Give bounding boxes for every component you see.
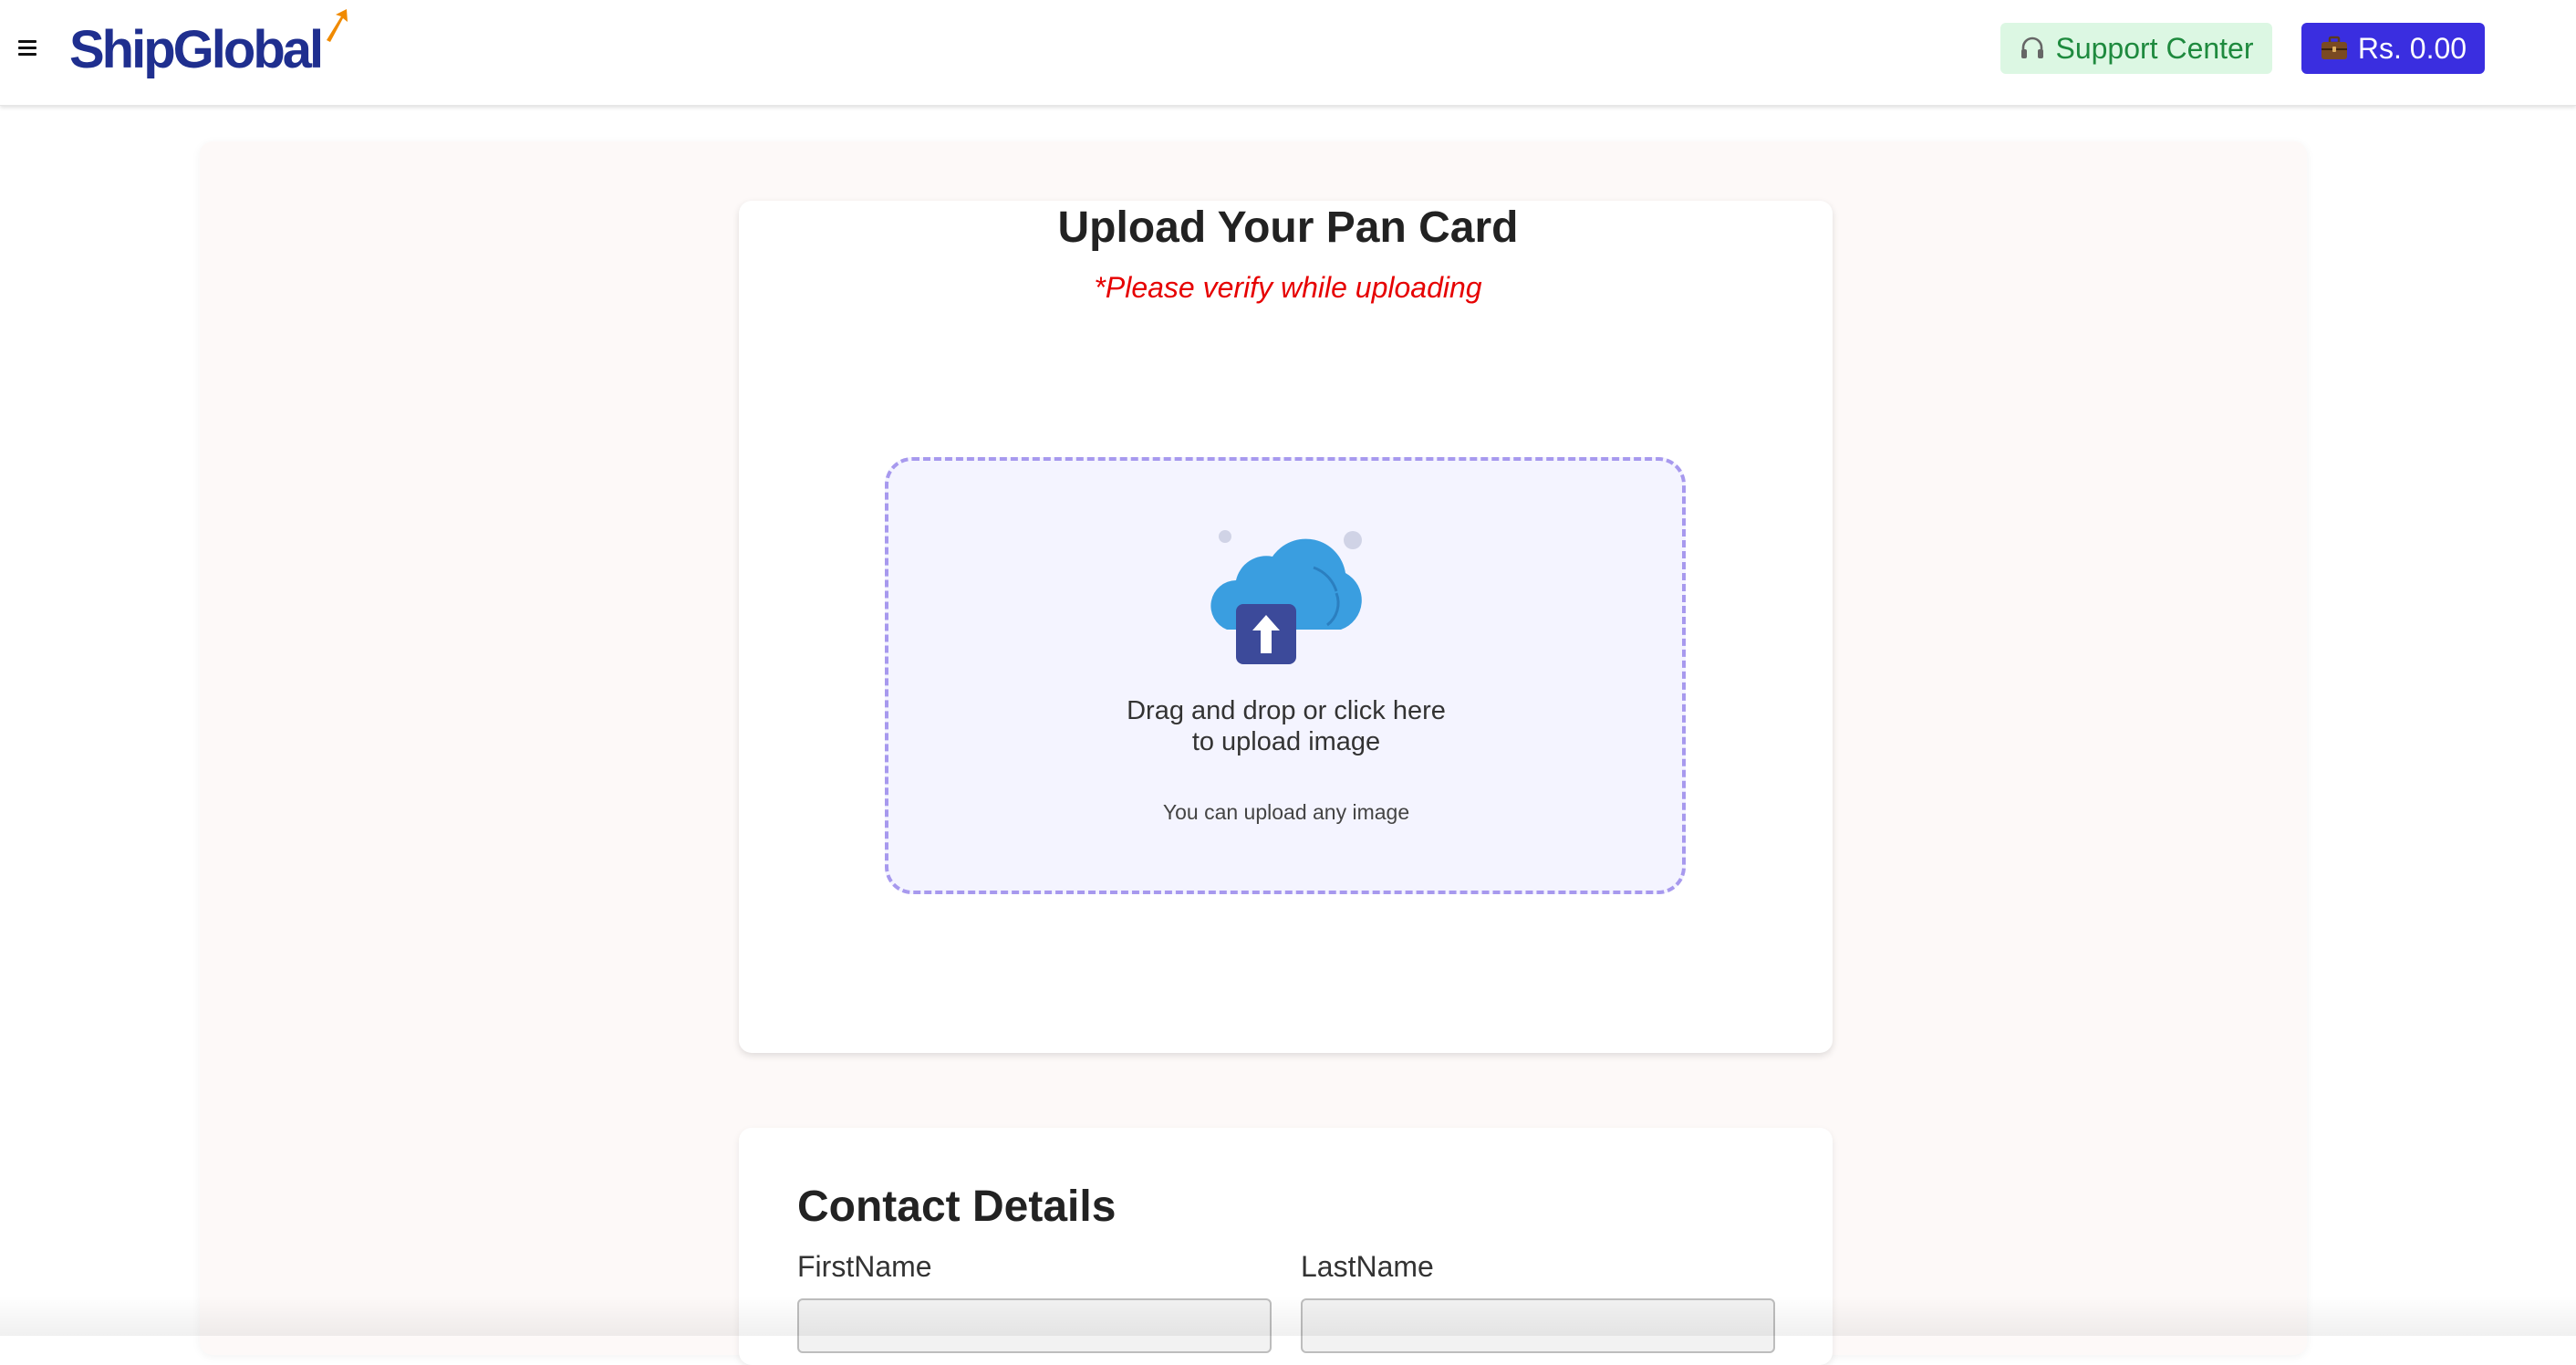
headset-icon xyxy=(2021,36,2044,58)
dropzone-line-2: to upload image xyxy=(1191,727,1381,756)
shipglobal-logo[interactable]: ShipGlobal xyxy=(69,7,348,89)
briefcase-icon xyxy=(2321,36,2347,59)
support-center-button[interactable]: Support Center xyxy=(2000,23,2272,74)
last-name-label: LastName xyxy=(1301,1250,1434,1283)
top-navbar: ShipGlobal Support Center Rs. 0.00 xyxy=(0,0,2576,106)
hamburger-icon[interactable] xyxy=(18,40,38,57)
dropzone-subtext: You can upload any image xyxy=(1162,800,1410,824)
contact-details-title: Contact Details xyxy=(797,1183,1117,1231)
cloud-upload-icon xyxy=(1210,530,1362,664)
wallet-balance-button[interactable]: Rs. 0.00 xyxy=(2301,23,2485,74)
logo-text: ShipGlobal xyxy=(69,20,324,79)
first-name-input[interactable] xyxy=(797,1298,1272,1353)
support-center-label: Support Center xyxy=(2055,31,2254,65)
last-name-input[interactable] xyxy=(1301,1298,1775,1353)
dropzone-line-1: Drag and drop or click here xyxy=(1127,696,1446,725)
first-name-label: FirstName xyxy=(797,1250,932,1283)
logo-arrow-icon xyxy=(327,9,348,42)
dropzone-instructions: Drag and drop or click here to upload im… xyxy=(1003,695,1569,757)
wallet-balance-label: Rs. 0.00 xyxy=(2357,31,2467,65)
